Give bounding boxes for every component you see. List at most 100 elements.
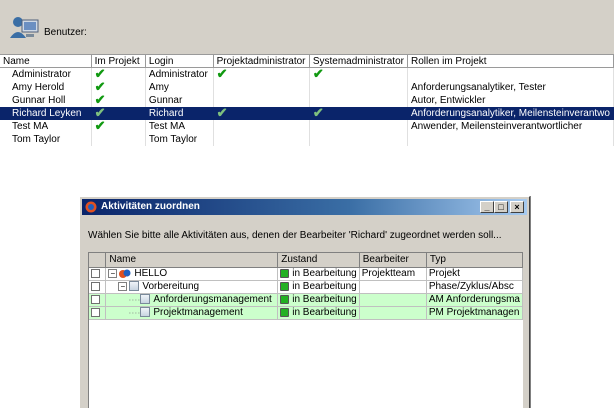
- cell-rollen: Anwender, Meilensteinverantwortlicher: [407, 120, 614, 133]
- table-row[interactable]: Administrator ✔ Administrator ✔ ✔: [0, 67, 614, 81]
- column-header-rollen[interactable]: Rollen im Projekt: [407, 54, 614, 68]
- column-header-checkbox: [89, 253, 107, 268]
- table-row[interactable]: Gunnar Holl ✔ Gunnar Autor, Entwickler: [0, 94, 614, 107]
- column-header-login[interactable]: Login: [145, 54, 214, 68]
- cell-checkbox: [89, 306, 107, 320]
- cell-activity-name: ···· Anforderungsmanagement: [105, 293, 279, 307]
- cell-projektadministrator: [213, 94, 310, 107]
- activity-checkbox[interactable]: [91, 294, 100, 304]
- activity-name: Projektmanagement: [153, 307, 243, 318]
- cell-login: Test MA: [145, 120, 214, 133]
- aktivitaeten-dialog: Aktivitäten zuordnen _ □ × Wählen Sie bi…: [79, 196, 530, 408]
- zustand-text: in Bearbeitung: [292, 307, 357, 318]
- checkmark-icon: ✔: [216, 67, 228, 81]
- list-item[interactable]: − Vorbereitung in Bearbeitung Phase/Zyklus/…: [89, 280, 524, 294]
- cell-activity-name: ···· Projektmanagement: [105, 306, 279, 320]
- column-header-name[interactable]: Name: [0, 54, 92, 68]
- list-item[interactable]: ···· Projektmanagement in Bearbeitung PM Pr…: [89, 306, 524, 320]
- column-header-systemadministrator[interactable]: Systemadministrator: [309, 54, 408, 68]
- list-item[interactable]: − HELLO in Bearbeitung Projektteam Projekt: [89, 267, 524, 281]
- maximize-button[interactable]: □: [494, 201, 508, 213]
- cell-bearbeiter: [359, 306, 427, 320]
- dialog-app-icon: [85, 201, 97, 213]
- cell-systemadministrator: [309, 94, 408, 107]
- document-icon: [140, 307, 151, 318]
- status-green-icon: [280, 281, 290, 291]
- cell-systemadministrator: [309, 120, 408, 133]
- zustand-text: in Bearbeitung: [292, 294, 357, 305]
- dialog-instruction: Wählen Sie bitte alle Aktivitäten aus, d…: [88, 230, 502, 241]
- activity-name: Vorbereitung: [142, 281, 200, 292]
- table-row[interactable]: Richard Leyken ✔ Richard ✔ ✔ Anforderungsanal…: [0, 107, 614, 120]
- document-icon: [140, 294, 151, 305]
- cell-projektadministrator: [213, 81, 310, 94]
- cell-typ: AM Anforderungsma: [426, 293, 524, 307]
- activities-tree-table: Name Zustand Bearbeiter Typ − HELLO in Bea…: [88, 252, 524, 408]
- zustand-text: in Bearbeitung: [292, 268, 357, 279]
- page-title: Benutzer:: [44, 27, 87, 38]
- table-row[interactable]: Amy Herold ✔ Amy Anforderungsanalytiker, Te…: [0, 81, 614, 94]
- cell-name: Administrator: [0, 67, 92, 81]
- cell-activity-name: − HELLO: [105, 267, 279, 281]
- activity-checkbox[interactable]: [91, 268, 100, 278]
- cell-bearbeiter: Projektteam: [359, 267, 427, 281]
- activity-name: HELLO: [134, 268, 168, 280]
- table-row[interactable]: Test MA ✔ Test MA Anwender, Meilensteinvera…: [0, 120, 614, 133]
- column-header-typ[interactable]: Typ: [426, 253, 524, 268]
- status-green-icon: [280, 307, 290, 317]
- cell-projektadministrator: ✔: [213, 67, 310, 81]
- cell-typ: Phase/Zyklus/Absc: [426, 280, 524, 294]
- column-header-projektadministrator[interactable]: Projektadministrator: [213, 54, 310, 68]
- minimize-button[interactable]: _: [480, 201, 494, 213]
- activity-checkbox[interactable]: [91, 307, 100, 317]
- cell-activity-name: − Vorbereitung: [105, 280, 279, 294]
- cell-rollen: [407, 67, 614, 81]
- project-icon: [119, 268, 134, 279]
- cell-projektadministrator: ✔: [213, 107, 310, 120]
- cell-zustand: in Bearbeitung: [277, 293, 360, 307]
- header-band: Benutzer:: [0, 0, 614, 54]
- column-header-activity-name[interactable]: Name: [105, 253, 279, 268]
- activity-checkbox[interactable]: [91, 281, 100, 291]
- cell-name: Amy Herold: [0, 81, 92, 94]
- cell-projektadministrator: [213, 120, 310, 133]
- cell-rollen: [407, 133, 614, 146]
- cell-checkbox: [89, 267, 107, 281]
- cell-im-projekt: ✔: [91, 81, 146, 94]
- cell-systemadministrator: [309, 81, 408, 94]
- close-button[interactable]: ×: [510, 201, 524, 213]
- column-header-im-projekt[interactable]: Im Projekt: [91, 54, 146, 68]
- cell-im-projekt: ✔: [91, 120, 146, 133]
- dialog-titlebar[interactable]: Aktivitäten zuordnen _ □ ×: [82, 199, 527, 215]
- cell-name: Test MA: [0, 120, 92, 133]
- cell-typ: PM Projektmanagen: [426, 306, 524, 320]
- tree-collapse-icon[interactable]: −: [118, 281, 128, 291]
- users-table: Name Im Projekt Login Projektadministrat…: [0, 54, 614, 146]
- cell-im-projekt: ✔: [91, 67, 146, 81]
- activities-table-header: Name Zustand Bearbeiter Typ: [89, 253, 524, 268]
- tree-connector: ····: [128, 294, 141, 305]
- cell-systemadministrator: ✔: [309, 107, 408, 120]
- cell-name: Tom Taylor: [0, 133, 92, 146]
- checkmark-icon: ✔: [94, 107, 106, 120]
- checkmark-icon: ✔: [312, 107, 324, 120]
- table-row[interactable]: Tom Taylor Tom Taylor: [0, 133, 614, 146]
- cell-name: Richard Leyken: [0, 107, 92, 120]
- status-green-icon: [280, 268, 290, 278]
- tree-collapse-icon[interactable]: −: [108, 268, 118, 278]
- status-green-icon: [280, 294, 290, 304]
- cell-login: Gunnar: [145, 94, 214, 107]
- cell-rollen: Anforderungsanalytiker, Tester: [407, 81, 614, 94]
- cell-login: Amy: [145, 81, 214, 94]
- cell-bearbeiter: [359, 293, 427, 307]
- column-header-zustand[interactable]: Zustand: [277, 253, 360, 268]
- cell-checkbox: [89, 280, 107, 294]
- column-header-bearbeiter[interactable]: Bearbeiter: [359, 253, 427, 268]
- cell-systemadministrator: [309, 133, 408, 146]
- cell-checkbox: [89, 293, 107, 307]
- cell-zustand: in Bearbeitung: [277, 267, 360, 281]
- cell-rollen: Anforderungsanalytiker, Meilensteinveran…: [407, 107, 614, 120]
- cell-bearbeiter: [359, 280, 427, 294]
- list-item[interactable]: ···· Anforderungsmanagement in Bearbeitung…: [89, 293, 524, 307]
- checkmark-icon: ✔: [216, 107, 228, 120]
